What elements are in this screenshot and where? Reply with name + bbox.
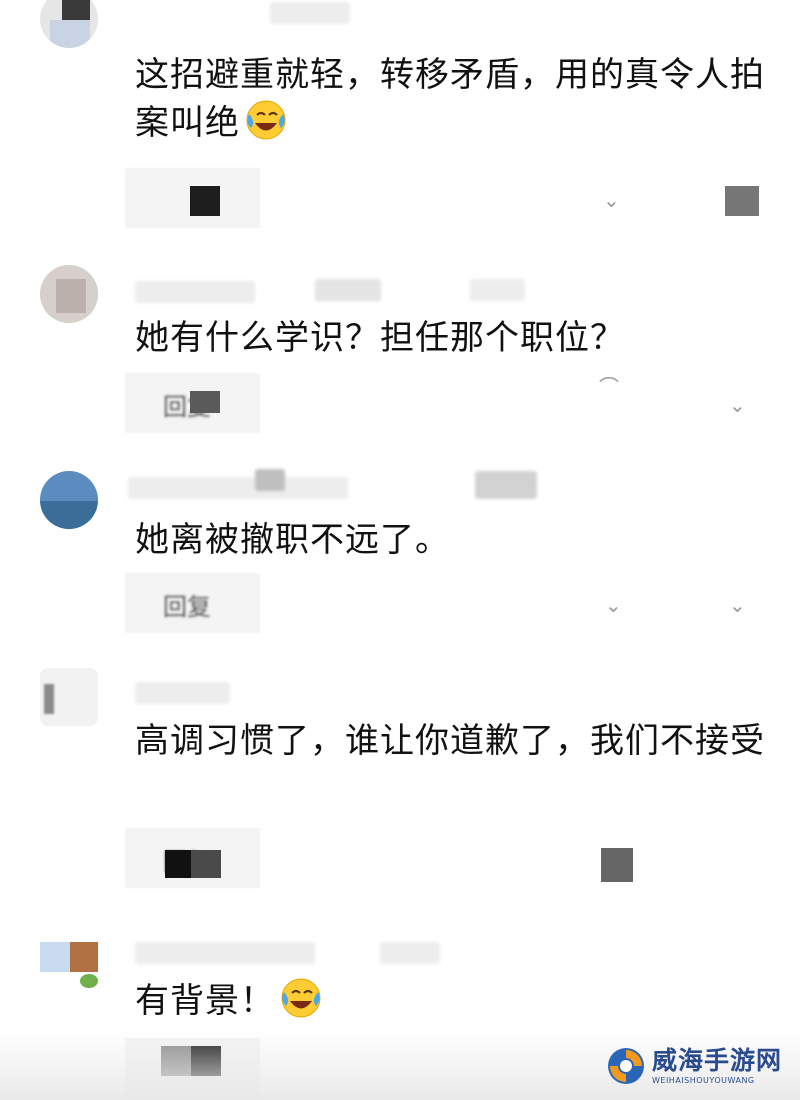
comment-text: 这招避重就轻，转移矛盾，用的真令人拍案叫绝 xyxy=(135,52,775,146)
laughing-crying-emoji-icon xyxy=(246,100,286,140)
comment-text: 高调习惯了，谁让你道歉了，我们不接受 xyxy=(135,718,775,764)
swirl-logo-icon xyxy=(607,1048,644,1084)
comment-text: 她有什么学识？担任那个职位？ xyxy=(135,315,775,361)
watermark-name: 威海手游网 xyxy=(651,1046,782,1075)
comment-text: 有背景！ xyxy=(135,976,775,1024)
like-icon[interactable] xyxy=(601,848,633,882)
avatar[interactable] xyxy=(40,0,98,48)
watermark-text: 威海手游网 WEIHAISHOUYOUWANG xyxy=(651,1046,782,1086)
comment-text-content: 她离被撤职不远了。 xyxy=(135,520,450,560)
watermark-logo: 威海手游网 WEIHAISHOUYOUWANG xyxy=(606,1046,782,1086)
comment-text-content: 她有什么学识？担任那个职位？ xyxy=(135,318,625,358)
comment-text-content: 这招避重就轻，转移矛盾，用的真令人拍案叫绝 xyxy=(135,55,765,143)
reply-label: 回复 xyxy=(163,593,211,621)
like-chevron-icon[interactable]: ⌒ xyxy=(599,371,619,400)
comment-actions: 回复 xyxy=(125,828,775,888)
like-chevron-icon[interactable]: ⌄ xyxy=(603,188,620,212)
comment-actions: 回复 ⌒ ⌄ xyxy=(125,373,775,433)
comment-actions: ⌄ xyxy=(125,168,775,228)
avatar[interactable] xyxy=(40,668,98,726)
comment-text: 她离被撤职不远了。 xyxy=(135,517,775,563)
avatar[interactable] xyxy=(40,265,98,323)
like-chevron-icon[interactable]: ⌄ xyxy=(605,593,622,617)
laughing-crying-emoji-icon xyxy=(281,978,321,1018)
comment-actions: 回复 ⌄ ⌄ xyxy=(125,573,775,633)
like-chevron-icon[interactable]: ⌄ xyxy=(729,393,746,417)
avatar[interactable] xyxy=(40,471,98,529)
comment-text-content: 高调习惯了，谁让你道歉了，我们不接受 xyxy=(135,721,765,761)
avatar[interactable] xyxy=(40,932,98,990)
watermark-subtitle: WEIHAISHOUYOUWANG xyxy=(651,1076,755,1085)
like-chevron-icon[interactable]: ⌄ xyxy=(729,593,746,617)
like-icon[interactable] xyxy=(725,186,759,216)
comment-text-content: 有背景！ xyxy=(135,981,275,1021)
